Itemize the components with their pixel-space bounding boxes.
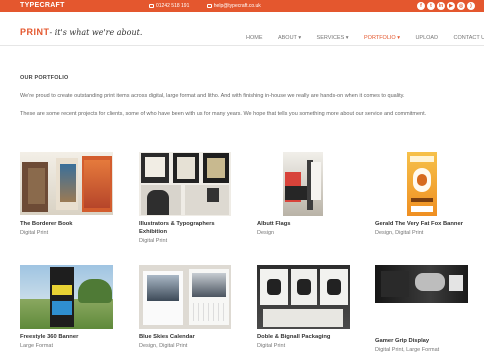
nav-about[interactable]: ABOUT ▾ <box>278 34 301 42</box>
email-link[interactable]: help@typecraft.co.uk <box>206 3 269 9</box>
item-category: Digital Print <box>257 343 286 349</box>
twitter-icon[interactable]: t <box>427 2 435 10</box>
page-title: OUR PORTFOLIO <box>20 75 69 81</box>
item-title-line-2[interactable]: Exhibition <box>139 229 167 236</box>
item-category: Digital Print <box>20 230 49 236</box>
intro-text: We're proud to create outstanding print … <box>20 93 405 99</box>
item-thumbnail[interactable] <box>257 265 350 329</box>
item-thumbnail[interactable] <box>407 152 437 216</box>
instagram-icon[interactable]: ◎ <box>457 2 465 10</box>
nav-services[interactable]: SERVICES ▾ <box>317 34 349 42</box>
item-title[interactable]: Gerald The Very Fat Fox Banner <box>375 221 463 228</box>
item-thumbnail[interactable] <box>375 265 468 303</box>
item-title[interactable]: Doble & Bignall Packaging <box>257 334 330 341</box>
item-category: Design, Digital Print <box>375 230 424 236</box>
item-title[interactable]: The Borderer Book <box>20 221 73 228</box>
mail-icon <box>206 3 212 8</box>
portfolio-intro: OUR PORTFOLIO We're proud to create outs… <box>20 74 470 119</box>
nav-contact-us[interactable]: CONTACT US <box>454 34 484 42</box>
item-thumbnail[interactable] <box>20 265 113 329</box>
site-logo[interactable]: PRINT- it's what we're about. <box>20 22 142 40</box>
item-title[interactable]: Albutt Flags <box>257 221 291 228</box>
item-thumbnail[interactable] <box>283 152 323 216</box>
logo-tagline: - it's what we're about. <box>49 28 143 37</box>
facebook-icon[interactable]: f <box>417 2 425 10</box>
phone-icon <box>149 3 154 8</box>
item-title[interactable]: Blue Skies Calendar <box>139 334 195 341</box>
rss-icon[interactable]: ) <box>467 2 475 10</box>
item-category: Digital Print, Large Format <box>375 347 440 353</box>
item-category: Design <box>257 230 275 236</box>
youtube-icon[interactable]: ▶ <box>447 2 455 10</box>
item-category: Design, Digital Print <box>139 343 188 349</box>
top-bar: TYPECRAFT 01242 518 191 help@typecraft.c… <box>0 0 484 12</box>
item-thumbnail[interactable] <box>139 265 231 329</box>
item-category: Large Format <box>20 343 54 349</box>
item-title[interactable]: Illustrators & Typographers <box>139 221 215 228</box>
phone-number[interactable]: 01242 518 191 <box>149 3 197 9</box>
item-category: Digital Print <box>139 238 168 244</box>
nav-portfolio[interactable]: PORTFOLIO ▾ <box>364 34 400 42</box>
main-nav: HOME ABOUT ▾ SERVICES ▾ PORTFOLIO ▾ UPLO… <box>246 26 484 44</box>
item-thumbnail[interactable] <box>139 152 231 216</box>
site-header: PRINT- it's what we're about. HOME ABOUT… <box>0 12 484 46</box>
intro-text-2: These are some recent projects for clien… <box>20 111 427 117</box>
contact-info: 01242 518 191 help@typecraft.co.uk <box>149 1 277 11</box>
item-title[interactable]: Gamer Grip Display <box>375 338 429 345</box>
brand-name: TYPECRAFT <box>20 2 65 9</box>
nav-upload[interactable]: UPLOAD <box>415 34 438 42</box>
item-thumbnail[interactable] <box>20 152 113 215</box>
linkedin-icon[interactable]: in <box>437 2 445 10</box>
logo-mark: PRINT <box>20 27 50 37</box>
item-title[interactable]: Freestyle 360 Banner <box>20 334 78 341</box>
nav-home[interactable]: HOME <box>246 34 263 42</box>
